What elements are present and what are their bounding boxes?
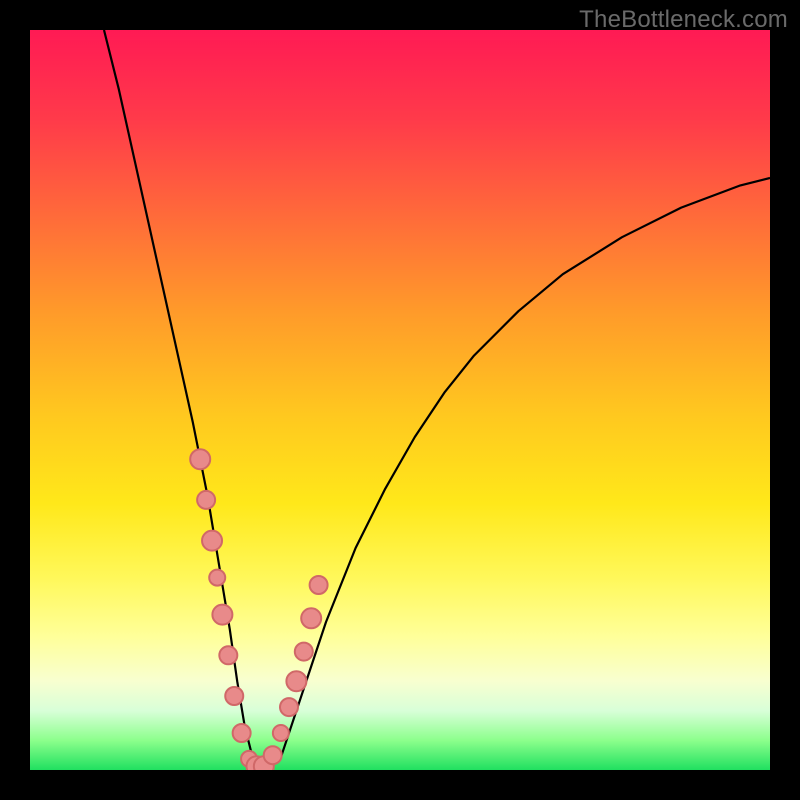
data-point (264, 746, 282, 764)
data-point (295, 643, 313, 661)
data-point (202, 531, 222, 551)
data-point (233, 724, 251, 742)
data-point (219, 646, 237, 664)
data-point (280, 698, 298, 716)
data-point (273, 725, 289, 741)
watermark-text: TheBottleneck.com (579, 6, 788, 34)
data-point (190, 449, 210, 469)
data-point (286, 671, 306, 691)
data-point (212, 605, 232, 625)
chart-frame: TheBottleneck.com (0, 0, 800, 800)
highlight-points (190, 449, 327, 770)
data-point (197, 491, 215, 509)
data-point (301, 608, 321, 628)
data-point (225, 687, 243, 705)
plot-area (30, 30, 770, 770)
data-point (310, 576, 328, 594)
bottleneck-curve (104, 30, 770, 770)
plot-svg (30, 30, 770, 770)
data-point (209, 570, 225, 586)
